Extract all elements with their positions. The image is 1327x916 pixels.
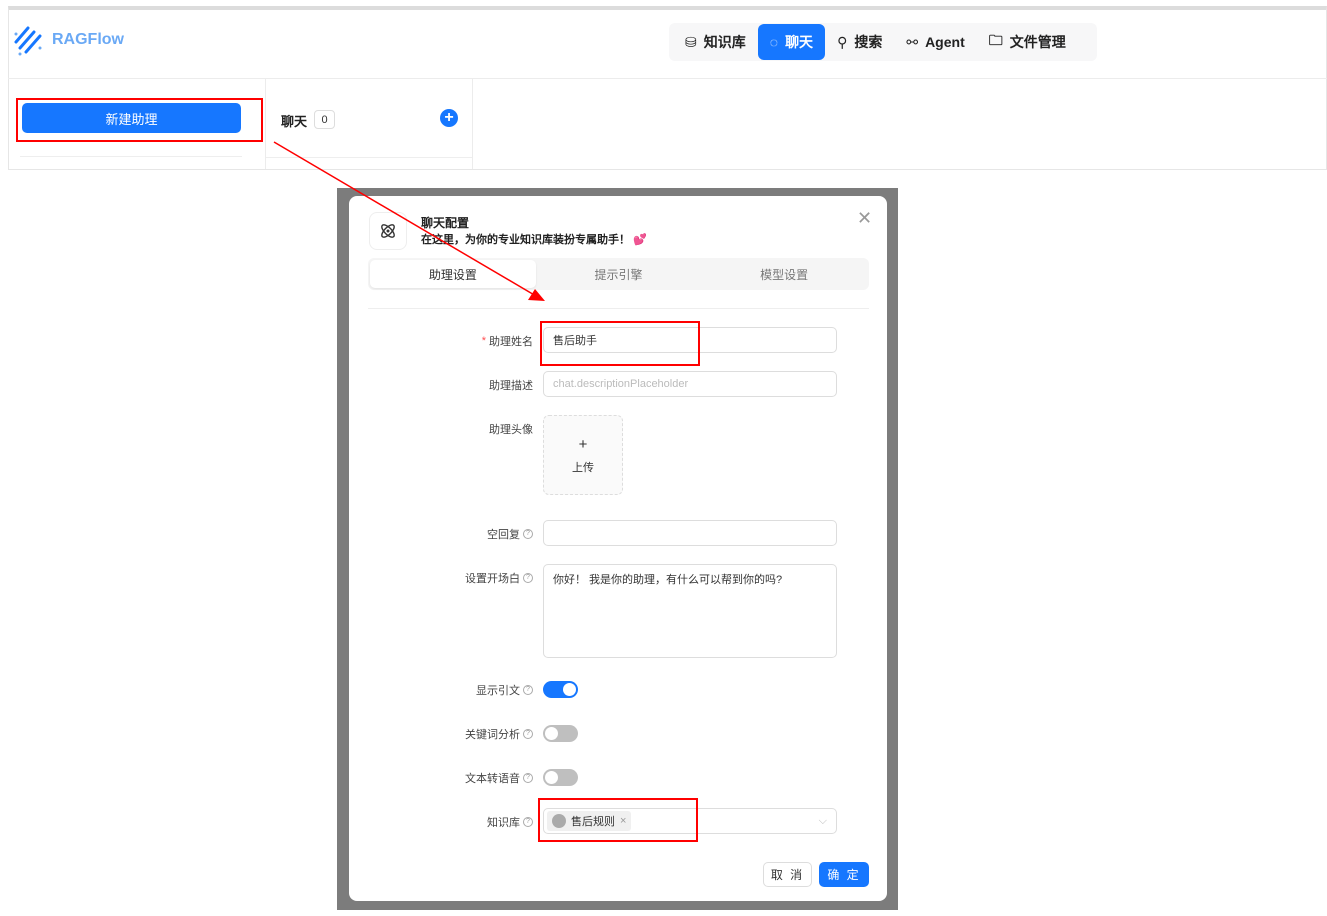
annotation-arrow [0, 0, 1327, 916]
